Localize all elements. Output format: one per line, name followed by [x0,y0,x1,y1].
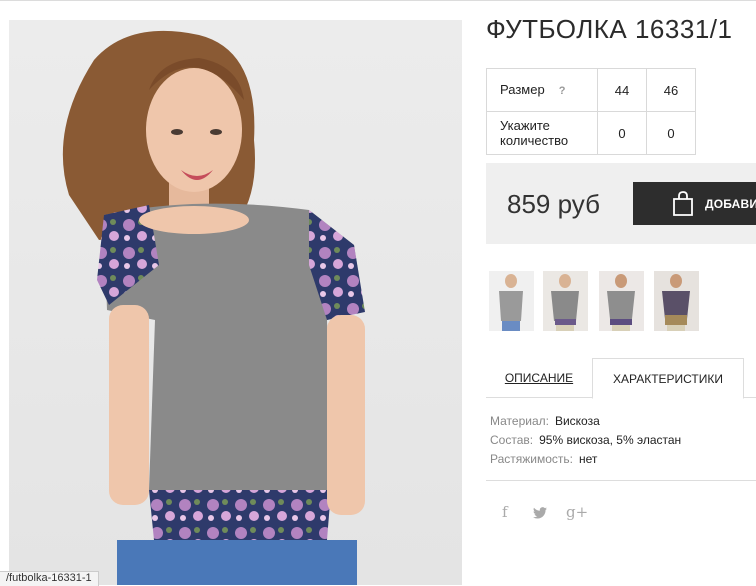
size-label: Размер [500,81,545,97]
size-option-46[interactable]: 46 [646,68,696,112]
spec-composition: Состав: 95% вискоза, 5% эластан [490,433,681,447]
product-main-photo[interactable] [9,20,462,585]
thumbnail-3[interactable] [599,271,644,331]
thumbnail-1-image [489,271,534,331]
size-option-44[interactable]: 44 [597,68,647,112]
spec-key: Растяжимость: [490,452,574,466]
spec-value: 95% вискоза, 5% эластан [539,433,682,447]
quantity-input-44[interactable]: 0 [597,111,647,155]
size-label-cell: Размер? [486,68,598,112]
spec-key: Материал: [490,414,549,428]
header-divider [0,0,756,1]
add-to-cart-button[interactable]: ДОБАВИТЬ [633,182,756,225]
googleplus-icon[interactable]: g+ [566,503,588,521]
price-value: 859 руб [507,189,600,219]
add-to-cart-label: ДОБАВИТЬ [705,197,756,211]
shopping-bag-icon [671,191,695,220]
tabs-baseline [744,397,756,398]
size-row: Размер? 44 46 [486,68,696,112]
thumbnail-2[interactable] [543,271,588,331]
size-quantity-table: Размер? 44 46 Укажите количество 0 0 [486,68,696,155]
thumbnail-4[interactable] [654,271,699,331]
status-url: /futbolka-16331-1 [0,571,99,586]
thumbnail-4-image [654,271,699,331]
spec-stretch: Растяжимость: нет [490,452,597,466]
product-tabs: ОПИСАНИЕ ХАРАКТЕРИСТИКИ [486,358,756,399]
thumbnail-3-image [599,271,644,331]
thumbnail-1[interactable] [489,271,534,331]
size-help-icon[interactable]: ? [559,85,566,97]
quantity-row: Укажите количество 0 0 [486,111,696,155]
thumbnail-2-image [543,271,588,331]
quantity-label: Укажите количество [486,111,598,155]
quantity-input-46[interactable]: 0 [646,111,696,155]
tab-characteristics[interactable]: ХАРАКТЕРИСТИКИ [592,358,744,399]
product-title: ФУТБОЛКА 16331/1 [486,14,733,44]
facebook-icon[interactable]: f [502,503,508,521]
social-divider [486,480,756,481]
spec-key: Состав: [490,433,534,447]
price-box: 859 руб ДОБАВИТЬ [486,163,756,244]
spec-material: Материал: Вискоза [490,414,600,428]
tab-description[interactable]: ОПИСАНИЕ [486,358,592,398]
spec-value: Вискоза [554,414,600,428]
model-illustration [62,30,365,585]
twitter-icon[interactable] [533,505,547,523]
spec-value: нет [579,452,598,466]
